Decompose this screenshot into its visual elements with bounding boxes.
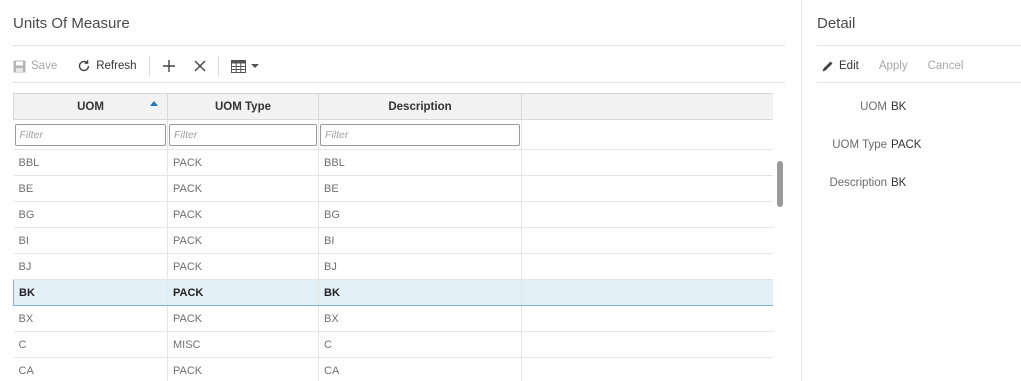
description-cell: BE xyxy=(318,175,522,202)
column-header-empty xyxy=(521,93,773,120)
apply-button[interactable]: Apply xyxy=(879,60,908,72)
table-row[interactable]: BBL PACK BBL xyxy=(13,149,773,176)
grid-body: BBLPACKBBL BEPACKBE BGPACKBG BIPACKBI BJ… xyxy=(13,119,773,381)
detail-toolbar: Edit Apply Cancel xyxy=(821,52,963,80)
units-of-measure-panel: Units Of Measure Save Refresh UOM UOM Ty… xyxy=(0,0,800,381)
field-value: BK xyxy=(891,177,907,189)
uom-type-cell: PACK xyxy=(167,305,319,332)
close-icon xyxy=(194,60,206,72)
table-row-selected[interactable]: BK PACK BK xyxy=(13,279,773,306)
edit-label: Edit xyxy=(839,60,859,72)
refresh-icon xyxy=(77,59,91,73)
table-row[interactable]: CA PACK CA xyxy=(13,357,773,381)
uom-type-cell: PACK xyxy=(167,175,319,202)
toolbar-separator xyxy=(217,56,219,76)
description-cell: C xyxy=(318,331,522,358)
refresh-label: Refresh xyxy=(96,60,137,72)
table-row[interactable]: BJ PACK BJ xyxy=(13,253,773,280)
table-row[interactable]: BE PACK BE xyxy=(13,175,773,202)
column-header-uom-type[interactable]: UOM Type xyxy=(167,93,319,120)
description-cell: BK xyxy=(318,279,522,306)
scrollbar-thumb[interactable] xyxy=(777,161,783,207)
field-value: BK xyxy=(891,101,907,113)
filter-row xyxy=(13,119,773,150)
cancel-button[interactable]: Cancel xyxy=(928,60,964,72)
detail-toolbar-divider xyxy=(817,82,1021,83)
save-label: Save xyxy=(31,60,58,72)
apply-label: Apply xyxy=(878,60,908,72)
uom-type-cell: PACK xyxy=(167,279,319,306)
uom-cell: BE xyxy=(13,175,168,202)
description-filter-input[interactable] xyxy=(320,123,520,146)
title-divider xyxy=(13,45,785,46)
description-cell: BX xyxy=(318,305,522,332)
toolbar: Save Refresh xyxy=(13,52,259,80)
plus-icon xyxy=(162,59,176,73)
description-cell: BG xyxy=(318,201,522,228)
uom-cell: C xyxy=(13,331,168,358)
uom-type-cell: PACK xyxy=(167,149,319,176)
columns-menu-button[interactable] xyxy=(230,59,259,73)
cancel-label: Cancel xyxy=(927,60,964,72)
toolbar-separator xyxy=(148,56,150,76)
delete-button[interactable] xyxy=(194,60,206,72)
field-value: PACK xyxy=(891,139,922,151)
toolbar-divider xyxy=(13,82,785,83)
sort-ascending-icon xyxy=(150,101,158,106)
uom-cell: BJ xyxy=(13,253,168,280)
description-cell: BBL xyxy=(318,149,522,176)
uom-type-cell: MISC xyxy=(167,331,319,358)
add-button[interactable] xyxy=(162,59,176,73)
chevron-down-icon xyxy=(250,63,259,69)
column-header-uom[interactable]: UOM xyxy=(13,93,168,120)
uom-cell: BK xyxy=(13,279,168,306)
uom-cell: BX xyxy=(13,305,168,332)
uom-table: UOM UOM Type Description BBLPACKBBL BEPA… xyxy=(13,93,773,381)
uom-type-cell: PACK xyxy=(167,227,319,254)
uom-type-cell: PACK xyxy=(167,201,319,228)
uom-cell: CA xyxy=(13,357,168,381)
pencil-icon xyxy=(821,60,834,73)
detail-title: Detail xyxy=(817,15,856,32)
uom-cell: BG xyxy=(13,201,168,228)
refresh-button[interactable]: Refresh xyxy=(77,59,137,73)
column-header-description[interactable]: Description xyxy=(318,93,522,120)
uom-type-filter-input[interactable] xyxy=(169,123,317,146)
description-cell: BJ xyxy=(318,253,522,280)
description-cell: BI xyxy=(318,227,522,254)
save-button[interactable]: Save xyxy=(13,60,57,73)
uom-type-cell: PACK xyxy=(167,253,319,280)
field-label: UOM Type xyxy=(832,139,887,151)
table-row[interactable]: C MISC C xyxy=(13,331,773,358)
uom-cell: BBL xyxy=(13,149,168,176)
grid-scrollbar[interactable] xyxy=(775,93,785,381)
field-label: UOM xyxy=(860,101,887,113)
uom-filter-input[interactable] xyxy=(14,123,166,146)
table-row[interactable]: BX PACK BX xyxy=(13,305,773,332)
table-row[interactable]: BI PACK BI xyxy=(13,227,773,254)
save-icon xyxy=(13,60,26,73)
uom-grid: UOM UOM Type Description BBLPACKBBL BEPA… xyxy=(13,93,773,381)
uom-type-cell: PACK xyxy=(167,357,319,381)
description-cell: CA xyxy=(318,357,522,381)
field-label: Description xyxy=(829,177,887,189)
panel-title: Units Of Measure xyxy=(13,15,130,32)
detail-panel: Detail Edit Apply Cancel UOM BK UOM Type… xyxy=(801,0,1021,381)
detail-title-divider xyxy=(817,45,1021,46)
table-grid-icon xyxy=(230,59,246,73)
uom-cell: BI xyxy=(13,227,168,254)
table-row[interactable]: BG PACK BG xyxy=(13,201,773,228)
edit-button[interactable]: Edit xyxy=(821,60,859,73)
